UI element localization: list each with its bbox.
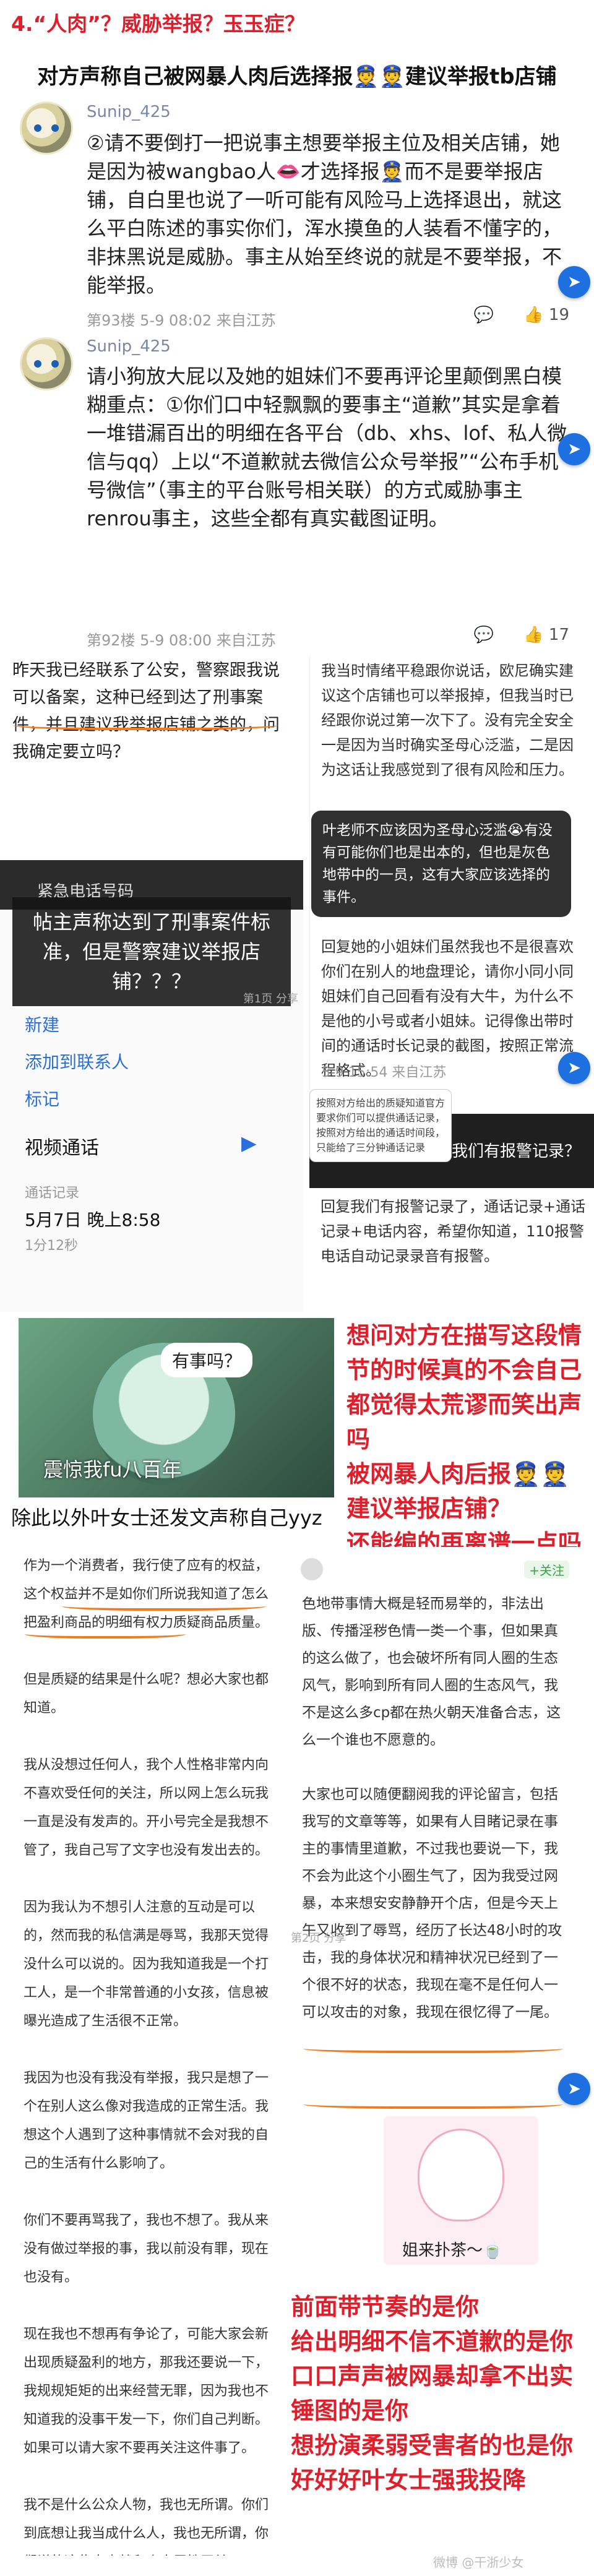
comment-username[interactable]: Sunip_425 <box>87 337 171 356</box>
highlight-scribble <box>303 2042 563 2053</box>
comment-actions: 💬 👍 19 <box>474 306 569 324</box>
highlight-scribble <box>12 718 278 730</box>
chat-left-text: 昨天我已经联系了公安，警察跟我说可以备案，这种已经到达了刑事案件，并且建议我举报… <box>12 661 280 762</box>
highlight-scribble <box>62 1600 266 1611</box>
document-left-text: 作为一个消费者，我行使了应有的权益，这个权益并不是如你们所说我知道了怎么把盈利商… <box>24 1558 269 2556</box>
chat-screenshot-right: 我当时情绪平稳跟你说话，欧尼确实建议这个店铺也可以举报掉，但我当时已经跟你说过第… <box>309 656 594 1114</box>
meme-image-2: 姐来扑茶～🍵 <box>384 2116 538 2265</box>
small-popup: 按照对方给出的质疑知道官方要求你们可以提供通话记录，按照对方给出的通话时间段，只… <box>309 1089 452 1162</box>
avatar[interactable] <box>301 1558 323 1580</box>
new-contact-link[interactable]: 新建 <box>25 1012 59 1036</box>
floating-share-icon[interactable]: ➤ <box>558 433 590 465</box>
comment-meta: 第92楼 5-9 08:00 来自江苏 <box>87 632 276 649</box>
meme-image-1: 有事吗？ 震惊我fu八百年 <box>19 1318 334 1497</box>
chat-right-text: 我当时情绪平稳跟你说话，欧尼确实建议这个店铺也可以举报掉，但我当时已经跟你说过第… <box>321 662 574 778</box>
video-call-icon[interactable]: ▶ <box>241 1131 257 1155</box>
report-text: 回复我们有报警记录了，通话记录+通话记录+电话内容，希望你知道，110报警电话自… <box>321 1198 586 1265</box>
reply-text: 回复她的小姐妹们虽然我也不是很喜欢你们在别人的地盘理论，请你小同小同姐妹们自己回… <box>321 934 587 1083</box>
comment-actions: 💬 👍 17 <box>474 626 569 644</box>
like-count: 17 <box>548 626 569 644</box>
highlight-scribble <box>303 2098 563 2109</box>
call-date: 5月7日 晚上8:58 <box>25 1210 161 1230</box>
follow-button[interactable]: +关注 <box>524 1561 569 1579</box>
comment-meta: 第93楼 5-9 08:02 来自江苏 <box>87 312 276 329</box>
comment-card-92: Sunip_425 请小狗放大屁以及她的姐妹们不要再评论里颠倒黑白模糊重点：①你… <box>0 337 594 649</box>
avatar[interactable] <box>20 337 73 390</box>
commentary-note-2: 前面带节奏的是你 给出明细不信不道歉的是你 口口声声被网暴却拿不出实锤图的是你 … <box>291 2293 574 2494</box>
meme-caption: 震惊我fu八百年 <box>43 1458 182 1481</box>
commentary-note-1: 想问对方在描写这段情节的时候真的不会自己都觉得太荒谬而笑出声吗 被网暴人肉后报👮… <box>346 1322 582 1557</box>
like-count: 19 <box>548 306 569 324</box>
report-title: 我们有报警记录？ <box>452 1142 581 1161</box>
call-duration: 1分12秒 <box>25 1238 78 1254</box>
floating-share-icon[interactable]: ➤ <box>558 266 590 298</box>
chat-screenshot-left: 昨天我已经联系了公安，警察跟我说可以备案，这种已经到达了刑事案件，并且建议我举报… <box>0 650 297 854</box>
page-title: 4.“人肉”？威胁举报？玉玉症？ <box>11 12 305 36</box>
toast-note: 叶老师不应该因为圣母心泛滥😭有没有可能你们也是出本的，但也是灰色地带中的一员，这… <box>311 811 571 917</box>
comment-text: ②请不要倒打一把说事主想要举报主位及相关店铺，她是因为被wangbao人👄才选择… <box>87 131 562 297</box>
reply-icon[interactable]: 💬 <box>474 626 494 644</box>
floating-share-icon[interactable]: ➤ <box>558 2073 590 2105</box>
page-subtitle: 对方声称自己被网暴人肉后选择报👮👮建议举报tb店铺 <box>37 64 557 89</box>
section-heading: 除此以外叶女士还发文声称自己yyz <box>11 1506 322 1530</box>
meme-bubble: 有事吗？ <box>161 1343 253 1377</box>
melody-character <box>418 2129 504 2221</box>
highlight-scribble <box>25 1627 186 1639</box>
add-contact-link[interactable]: 添加到联系人 <box>25 1049 129 1074</box>
phone-screenshot: 紧急电话号码 帖主声称达到了刑事案件标准，但是警察建议举报店铺？？？ 新建 添加… <box>0 860 303 1312</box>
avatar[interactable] <box>20 101 73 155</box>
document-right-text: 色地带事情大概是轻而易举的，非法出版、传播淫秽色情一类一个事，但如果真的这么做了… <box>302 1596 562 2020</box>
comment-username[interactable]: Sunip_425 <box>87 103 171 121</box>
watermark: 微博 @干浙少女 <box>433 2555 524 2570</box>
like-icon[interactable]: 👍 <box>523 626 543 644</box>
comment-text: 请小狗放大屁以及她的姐妹们不要再评论里颠倒黑白模糊重点：①你们口中轻飘飘的要事主… <box>87 364 567 530</box>
video-call-label[interactable]: 视频通话 <box>25 1132 99 1160</box>
comment-card-93: Sunip_425 ②请不要倒打一把说事主想要举报主位及相关店铺，她是因为被wa… <box>0 93 594 334</box>
call-log-label: 通话记录 <box>25 1186 80 1201</box>
like-icon[interactable]: 👍 <box>523 306 543 324</box>
page-marker: 第1页 分享 <box>243 993 298 1006</box>
page-marker: 第2页 分享 <box>291 1932 346 1945</box>
reply-icon[interactable]: 💬 <box>474 306 494 324</box>
document-left: 作为一个消费者，我行使了应有的权益，这个权益并不是如你们所说我知道了怎么把盈利商… <box>12 1541 285 2556</box>
tag-link[interactable]: 标记 <box>25 1086 59 1111</box>
reply-meta: 5-9 15:54 来自江苏 <box>322 1065 447 1080</box>
meme-caption: 姐来扑茶～🍵 <box>402 2241 503 2260</box>
floating-share-icon[interactable]: ➤ <box>558 1052 590 1084</box>
